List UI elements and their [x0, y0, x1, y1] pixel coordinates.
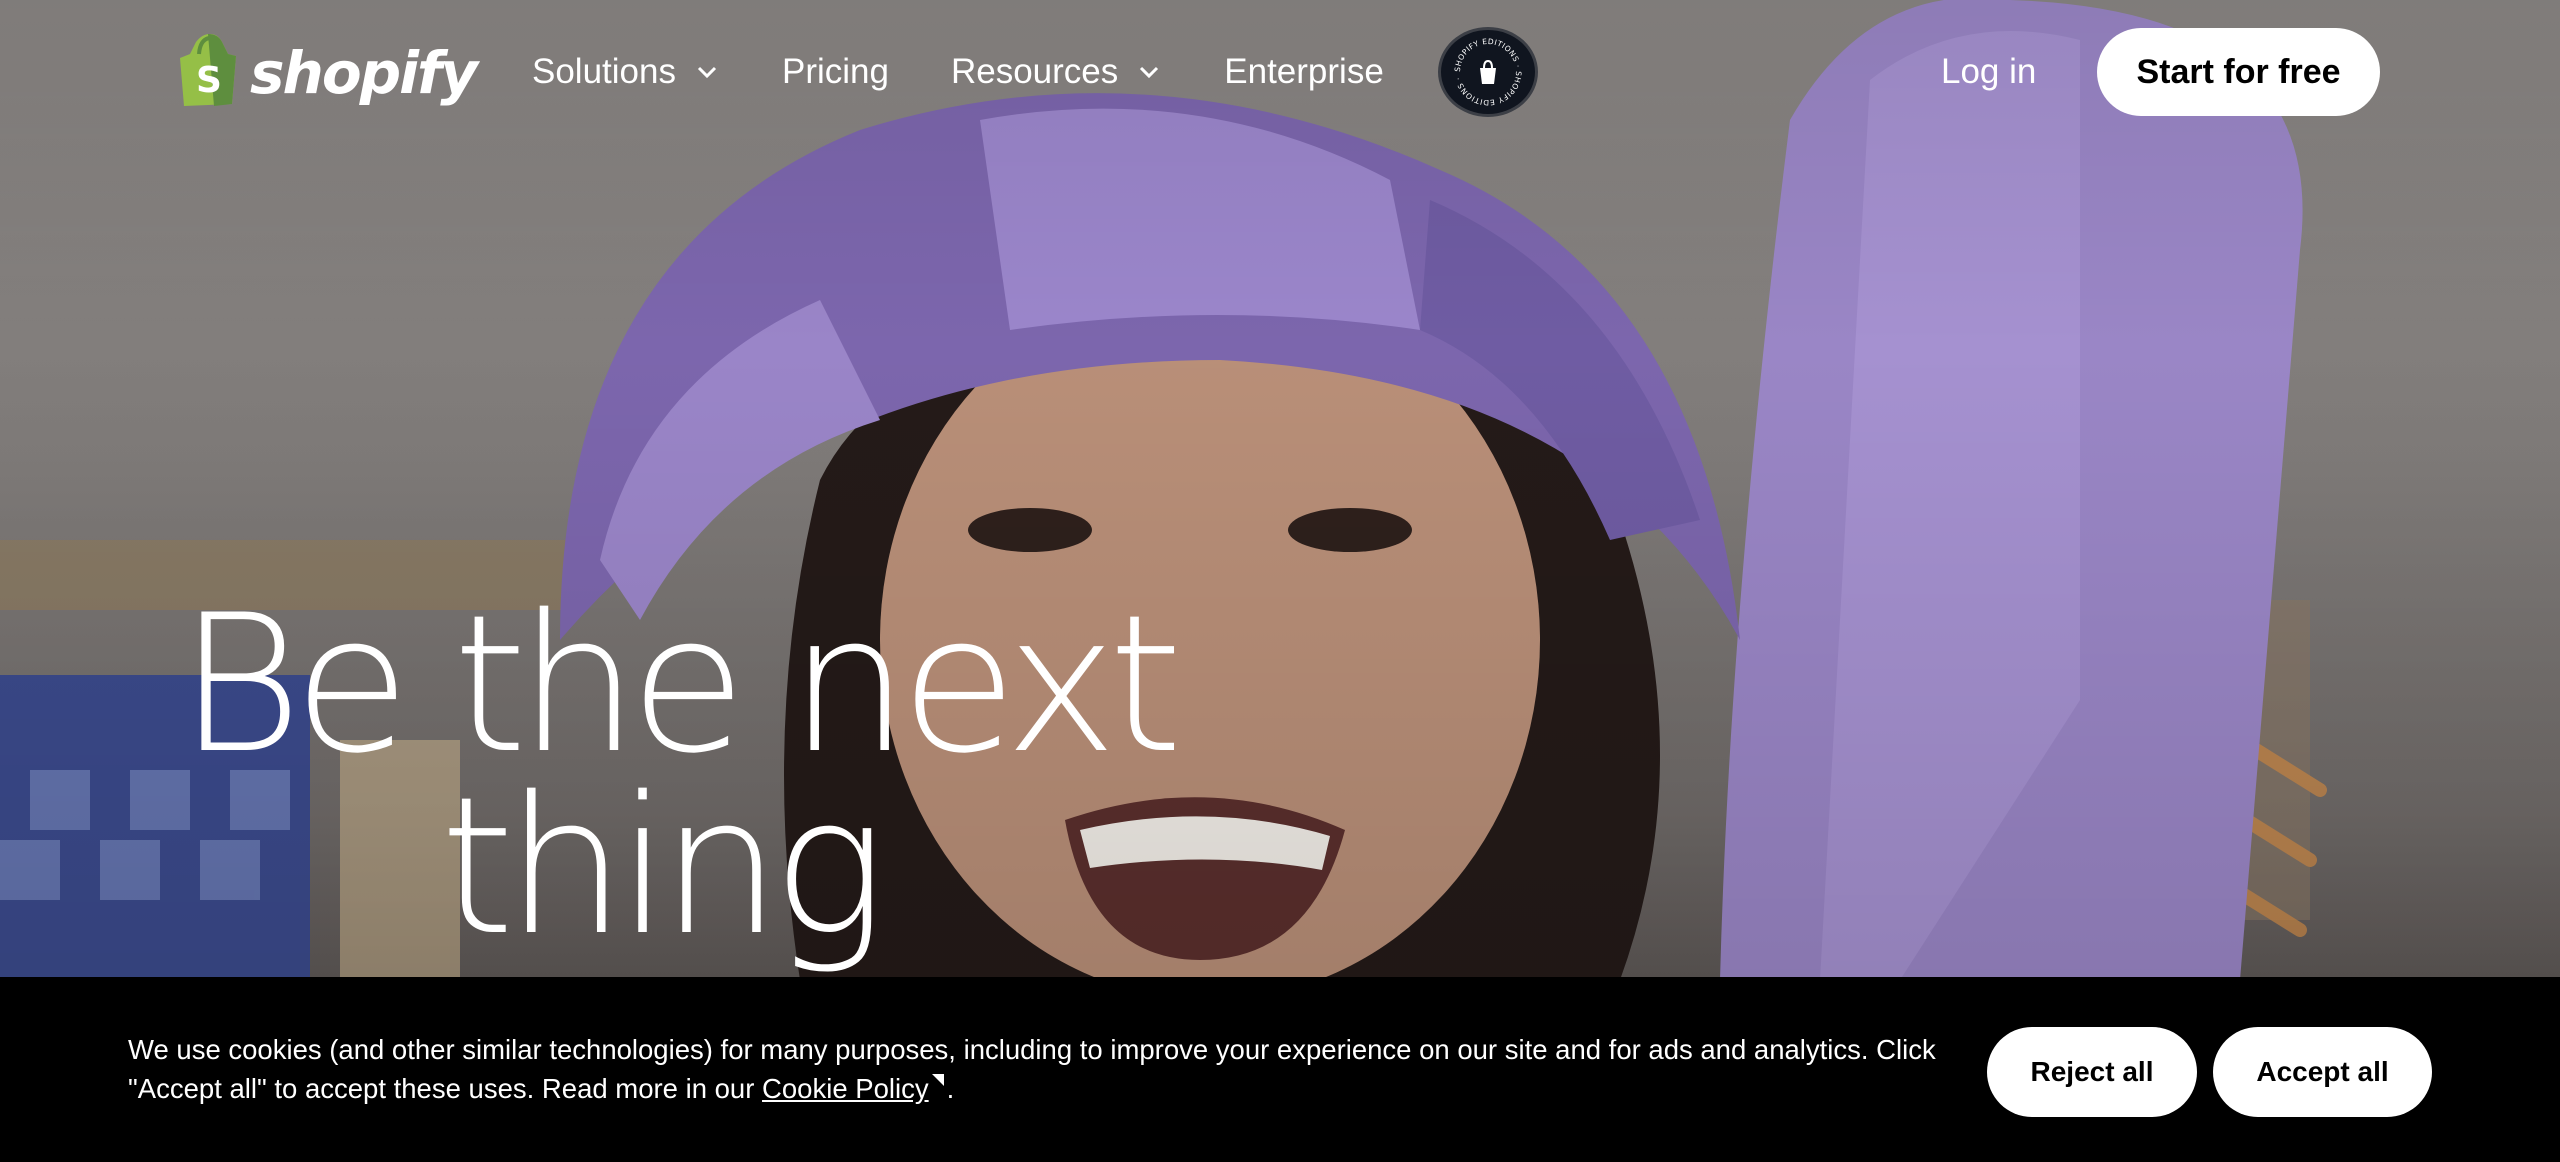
svg-text:S: S: [196, 60, 222, 101]
nav-enterprise-label: Enterprise: [1224, 52, 1384, 91]
headline-line-2: thing: [440, 756, 886, 977]
nav-solutions-label: Solutions: [532, 52, 676, 91]
accept-all-button[interactable]: Accept all: [2213, 1027, 2432, 1117]
shopify-logo[interactable]: S shopify: [178, 32, 478, 113]
external-link-icon: [931, 1074, 944, 1086]
nav-resources-label: Resources: [950, 52, 1119, 91]
shopping-bag-icon: S: [178, 32, 242, 113]
chevron-down-icon: [1140, 66, 1159, 79]
chevron-down-icon: [697, 66, 717, 79]
shopify-editions-badge[interactable]: SHOPIFY EDITIONS · SHOPIFY EDITIONS ·: [1438, 27, 1538, 117]
headline-line-1: Be the next: [178, 574, 1183, 795]
start-for-free-button[interactable]: Start for free: [2097, 28, 2380, 116]
login-link[interactable]: Log in: [1941, 44, 2036, 100]
nav-resources[interactable]: Resources: [951, 52, 1162, 92]
nav-enterprise[interactable]: Enterprise: [1224, 52, 1384, 92]
cookie-policy-link[interactable]: Cookie Policy: [762, 1073, 929, 1104]
hero-headline: Be the next thing: [178, 574, 1183, 977]
reject-all-button[interactable]: Reject all: [1987, 1027, 2197, 1117]
logo-wordmark: shopify: [250, 38, 478, 107]
nav-pricing[interactable]: Pricing: [782, 52, 889, 92]
editions-seal-icon: SHOPIFY EDITIONS · SHOPIFY EDITIONS ·: [1453, 37, 1523, 107]
nav-pricing-label: Pricing: [781, 52, 889, 91]
main-nav: Solutions Pricing Resources Enterprise: [532, 44, 1446, 100]
nav-solutions[interactable]: Solutions: [532, 52, 720, 92]
cookie-message-text: We use cookies (and other similar techno…: [128, 1034, 1936, 1104]
site-header: S shopify Solutions Pricing Resources En…: [0, 0, 2560, 144]
cookie-banner: We use cookies (and other similar techno…: [0, 977, 2560, 1162]
cookie-message: We use cookies (and other similar techno…: [128, 1030, 1958, 1108]
cookie-message-end: .: [946, 1073, 955, 1104]
